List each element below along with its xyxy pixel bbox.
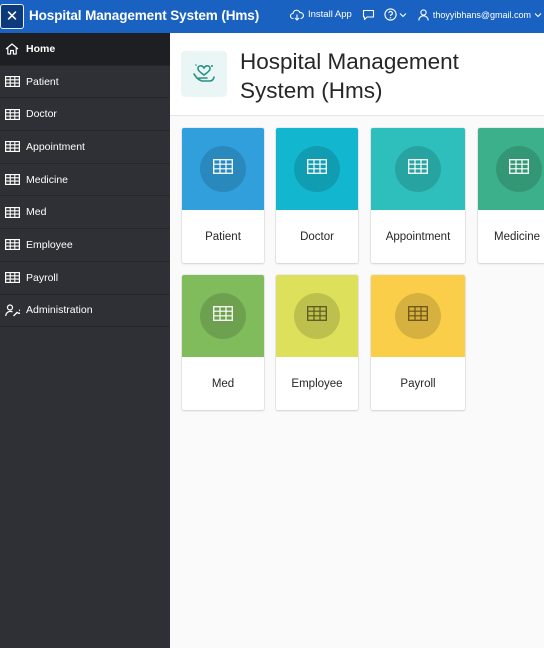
table-icon — [4, 239, 20, 251]
sidebar-item-label: Payroll — [26, 271, 59, 284]
table-icon — [408, 306, 428, 326]
card-label: Patient — [205, 230, 241, 243]
card-color-block — [371, 275, 465, 357]
chevron-down-icon — [399, 12, 407, 18]
card-icon-circle — [294, 146, 340, 192]
sidebar-item-med[interactable]: Med — [0, 196, 170, 230]
close-icon: ✕ — [5, 8, 19, 25]
sidebar-item-patient[interactable]: Patient — [0, 66, 170, 99]
sidebar-item-label: Appointment — [26, 140, 85, 153]
sidebar-item-label: Home — [26, 42, 56, 55]
table-icon — [4, 76, 20, 88]
install-app-label: Install App — [308, 9, 352, 20]
top-actions: Install App thoyyibhans@gmail.com — [290, 8, 542, 21]
sidebar-item-home[interactable]: Home — [0, 33, 170, 66]
page-title: Hospital Management System (Hms) — [240, 49, 459, 103]
sidebar-item-label: Med — [26, 206, 47, 219]
card-icon-circle — [395, 293, 441, 339]
page-header: Hospital Management System (Hms) — [170, 33, 544, 116]
card-icon-circle — [395, 146, 441, 192]
table-icon — [4, 272, 20, 284]
card-color-block — [182, 128, 264, 210]
sidebar-item-label: Employee — [26, 238, 73, 251]
feedback-button[interactable] — [362, 9, 375, 21]
home-icon — [4, 43, 20, 55]
user-wrench-icon — [4, 304, 20, 317]
card-color-block — [371, 128, 465, 210]
card-icon-circle — [294, 293, 340, 339]
card-label: Medicine — [494, 230, 541, 243]
card-patient[interactable]: Patient — [182, 128, 264, 263]
card-employee[interactable]: Employee — [276, 275, 358, 410]
table-icon — [213, 159, 233, 179]
card-color-block — [276, 128, 358, 210]
card-label: Med — [211, 377, 235, 390]
table-icon — [509, 159, 529, 179]
table-icon — [4, 141, 20, 153]
sidebar-item-medicine[interactable]: Medicine — [0, 164, 170, 197]
nav-toggle-button[interactable]: ✕ — [0, 4, 24, 29]
card-payroll[interactable]: Payroll — [371, 275, 465, 410]
card-icon-circle — [200, 293, 246, 339]
user-menu-button[interactable]: thoyyibhans@gmail.com — [418, 8, 542, 21]
table-icon — [307, 159, 327, 179]
app-logo — [181, 51, 227, 97]
card-color-block — [276, 275, 358, 357]
sidebar-item-label: Doctor — [26, 108, 57, 121]
card-appointment[interactable]: Appointment — [371, 128, 465, 263]
table-icon — [213, 306, 233, 326]
card-label: Payroll — [400, 377, 436, 390]
card-color-block — [182, 275, 264, 357]
sidebar-item-label: Administration — [26, 304, 93, 317]
table-icon — [408, 159, 428, 179]
sidebar-item-payroll[interactable]: Payroll — [0, 262, 170, 295]
card-icon-circle — [200, 146, 246, 192]
table-icon — [307, 306, 327, 326]
table-icon — [4, 206, 20, 218]
sidebar-item-employee[interactable]: Employee — [0, 229, 170, 262]
sidebar-item-label: Patient — [26, 75, 59, 88]
main-content: Hospital Management System (Hms) Patient… — [170, 33, 544, 648]
sidebar-nav: Home Patient Doctor Appointment Medicine… — [0, 33, 170, 648]
chat-bubble-icon — [362, 9, 375, 21]
sidebar-item-administration[interactable]: Administration — [0, 295, 170, 328]
table-icon — [4, 108, 20, 120]
card-label: Employee — [291, 377, 343, 390]
user-email: thoyyibhans@gmail.com — [432, 9, 532, 20]
sidebar-item-appointment[interactable]: Appointment — [0, 131, 170, 164]
help-circle-icon — [384, 8, 397, 21]
sidebar-item-doctor[interactable]: Doctor — [0, 98, 170, 132]
help-menu-button[interactable] — [384, 8, 407, 21]
table-icon — [4, 174, 20, 186]
cloud-download-icon — [290, 9, 304, 21]
card-label: Doctor — [300, 230, 334, 243]
heart-hand-icon — [189, 57, 219, 92]
top-bar: ✕ Hospital Management System (Hms) Insta… — [0, 0, 544, 33]
card-med[interactable]: Med — [182, 275, 264, 410]
install-app-button[interactable]: Install App — [290, 9, 352, 21]
chevron-down-icon — [534, 12, 542, 18]
card-medicine[interactable]: Medicine — [478, 128, 544, 263]
card-icon-circle — [496, 146, 542, 192]
card-doctor[interactable]: Doctor — [276, 128, 358, 263]
user-icon — [418, 8, 429, 21]
card-color-block — [478, 128, 544, 210]
app-title[interactable]: Hospital Management System (Hms) — [29, 8, 259, 23]
card-label: Appointment — [385, 230, 451, 243]
sidebar-item-label: Medicine — [26, 173, 69, 186]
